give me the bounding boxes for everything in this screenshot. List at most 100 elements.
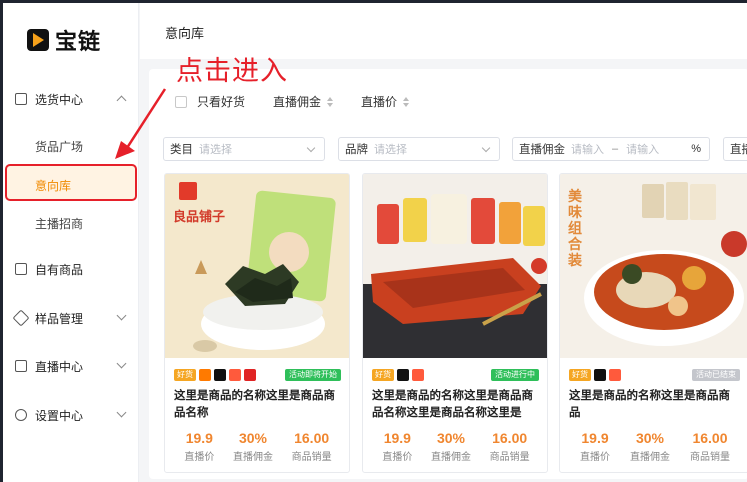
product-card[interactable]: 美味组合装 好货 活动已结束 这里是商品的名称这里是商品商品 19.9 直播价 … <box>559 173 747 473</box>
product-name: 这里是商品的名称这里是商品商品名称 <box>174 390 335 419</box>
commission-value: 30% <box>635 430 665 446</box>
live-icon <box>15 360 27 372</box>
product-image <box>363 174 547 358</box>
sidebar-item-goods-plaza[interactable]: 货品广场 <box>35 138 83 155</box>
annotation-text: 点击进入 <box>176 56 288 86</box>
logo-text: 宝链 <box>55 29 102 54</box>
sidebar-group-label: 设置中心 <box>35 408 84 423</box>
image-slogan: 美味组合装 <box>568 188 582 268</box>
sales-label: 商品销量 <box>291 452 332 463</box>
product-name: 这里是商品的名称这里是商品商品 <box>569 390 730 419</box>
only-good-label[interactable]: 只看好货 <box>197 93 245 110</box>
range-dash: – <box>612 143 619 155</box>
product-image: 美味组合装 <box>560 174 747 358</box>
chevron-down-icon <box>116 310 127 321</box>
status-badge: 活动进行中 <box>491 369 539 381</box>
card-tags: 好货 <box>372 369 424 381</box>
image-brand-logo: 良品铺子 <box>173 209 226 224</box>
price-value: 19.9 <box>383 430 411 446</box>
extra-filter-field[interactable]: 直播 <box>723 137 747 161</box>
stat-commission: 30% 直播佣金 <box>431 430 471 463</box>
sidebar-group-selection-center[interactable]: 选货中心 <box>3 87 139 111</box>
chevron-down-icon <box>481 143 491 153</box>
stat-sales: 16.00 商品销量 <box>690 430 730 463</box>
sort-arrows-icon <box>403 96 410 107</box>
sidebar-group-settings-center[interactable]: 设置中心 <box>3 403 139 427</box>
logo-play-icon <box>27 29 49 51</box>
chevron-up-icon <box>116 95 127 106</box>
sales-value: 16.00 <box>692 430 728 446</box>
commission-label: 直播佣金 <box>430 452 471 463</box>
tmall-icon <box>244 369 256 381</box>
commission-range-field[interactable]: 直播佣金 请输入 – 请输入 % <box>512 137 710 161</box>
sort-arrows-icon <box>327 96 334 107</box>
category-select[interactable]: 类目 请选择 <box>163 137 325 161</box>
sort-commission[interactable]: 直播佣金 <box>273 93 334 110</box>
kuaishou-icon <box>229 369 241 381</box>
stat-sales: 16.00 商品销量 <box>292 430 332 463</box>
download-tray-icon <box>15 93 27 105</box>
stat-sales: 16.00 商品销量 <box>490 430 530 463</box>
quick-filter-bar: 只看好货 直播佣金 直播价 <box>175 93 410 110</box>
product-stats: 19.9 直播价 30% 直播佣金 16.00 商品销量 <box>560 430 747 463</box>
commission-range-label: 直播佣金 <box>519 144 565 156</box>
sort-price[interactable]: 直播价 <box>361 93 410 110</box>
commission-label: 直播佣金 <box>630 452 670 463</box>
only-good-checkbox[interactable] <box>175 95 187 108</box>
category-label: 类目 <box>170 144 193 156</box>
commission-label: 直播佣金 <box>232 452 273 463</box>
card-tags: 好货 <box>174 369 256 381</box>
product-stats: 19.9 直播价 30% 直播佣金 16.00 商品销量 <box>363 430 547 463</box>
stat-price: 19.9 直播价 <box>580 430 610 463</box>
page-title: 意向库 <box>165 26 205 41</box>
taobao-icon <box>199 369 211 381</box>
extra-filter-label: 直播 <box>730 144 747 156</box>
douyin-icon <box>397 369 409 381</box>
sidebar-group-sample-management[interactable]: 样品管理 <box>3 306 139 330</box>
commission-value: 30% <box>436 430 465 446</box>
card-tags: 好货 <box>569 369 621 381</box>
stat-commission: 30% 直播佣金 <box>233 430 273 463</box>
product-card[interactable]: 好货 活动进行中 这里是商品的名称这里是商品商品名称这里是商品名称这里是 19.… <box>362 173 548 473</box>
price-label: 直播价 <box>382 452 413 463</box>
good-tag: 好货 <box>372 369 394 381</box>
sidebar-group-label: 自有商品 <box>35 262 84 277</box>
kuaishou-icon <box>412 369 424 381</box>
commission-to-input[interactable]: 请输入 <box>626 141 659 157</box>
stat-price: 19.9 直播价 <box>382 430 412 463</box>
sidebar-group-label: 直播中心 <box>35 359 84 374</box>
douyin-icon <box>594 369 606 381</box>
bag-icon <box>15 263 27 275</box>
chevron-down-icon <box>116 358 127 369</box>
stat-price: 19.9 直播价 <box>184 430 214 463</box>
douyin-icon <box>214 369 226 381</box>
sales-label: 商品销量 <box>690 452 730 463</box>
product-card[interactable]: 良品铺子 好货 活动即将开始 这里是商品的名称这里是商品商品名称 19.9 直播… <box>164 173 350 473</box>
commission-value: 30% <box>238 430 267 446</box>
brand-placeholder: 请选择 <box>374 144 407 156</box>
sidebar-group-own-products[interactable]: 自有商品 <box>3 257 139 281</box>
sidebar-item-anchor-recruitment[interactable]: 主播招商 <box>35 215 83 232</box>
good-tag: 好货 <box>174 369 196 381</box>
brand-select[interactable]: 品牌 请选择 <box>338 137 500 161</box>
category-placeholder: 请选择 <box>199 144 232 156</box>
product-name: 这里是商品的名称这里是商品商品名称这里是商品名称这里是 <box>372 390 533 419</box>
sort-price-label: 直播价 <box>361 95 398 109</box>
app-window: 宝链 选货中心 货品广场 意向库 主播招商 自有商品 样品管理 直播中心 设置中… <box>3 3 747 482</box>
brand-label: 品牌 <box>345 144 368 156</box>
sidebar-group-live-center[interactable]: 直播中心 <box>3 354 139 378</box>
logo[interactable]: 宝链 <box>27 25 101 55</box>
status-badge: 活动即将开始 <box>285 369 341 381</box>
sales-label: 商品销量 <box>489 452 530 463</box>
product-stats: 19.9 直播价 30% 直播佣金 16.00 商品销量 <box>165 430 349 463</box>
commission-from-input[interactable]: 请输入 <box>571 141 604 157</box>
price-value: 19.9 <box>581 430 609 446</box>
percent-unit: % <box>691 143 701 155</box>
price-label: 直播价 <box>184 452 215 463</box>
price-label: 直播价 <box>580 452 610 463</box>
kuaishou-icon <box>609 369 621 381</box>
sort-commission-label: 直播佣金 <box>273 95 322 109</box>
chevron-down-icon <box>116 407 127 418</box>
sidebar-item-intention-library[interactable]: 意向库 <box>35 177 71 194</box>
good-tag: 好货 <box>569 369 591 381</box>
